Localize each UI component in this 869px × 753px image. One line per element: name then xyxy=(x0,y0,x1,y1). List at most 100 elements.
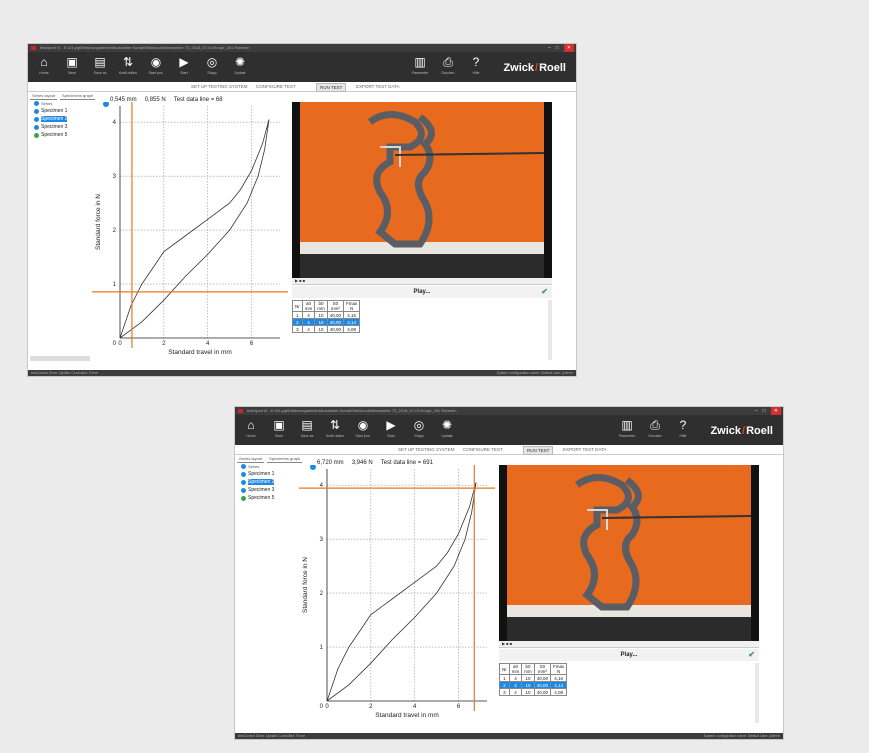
tab-set-up-testing-system[interactable]: SET UP TESTING SYSTEM xyxy=(188,83,251,90)
table-header-cell[interactable]: Nr xyxy=(499,663,510,675)
parameter-icon: ▥ xyxy=(414,55,426,69)
maximize-button[interactable]: □ xyxy=(556,44,559,52)
table-row[interactable]: 3 4 10 40,00 4,08 xyxy=(292,325,361,333)
tab-configure-test[interactable]: CONFIGURE TEST xyxy=(460,446,506,453)
tree-item-label: Specimen 1 xyxy=(41,108,68,114)
toolbar-button-label: Parameter xyxy=(411,71,429,75)
y-tick-label: 1 xyxy=(320,645,324,651)
toolbar-button-home[interactable]: ⌂ Home xyxy=(32,55,56,81)
video-controls[interactable]: ▶ ■ ■ xyxy=(292,278,552,285)
table-row[interactable]: 2 4 10 40,00 4,14 xyxy=(292,318,361,326)
check-icon[interactable]: ✔ xyxy=(541,286,548,298)
toolbar-button-parameter[interactable]: ▥ Parameter xyxy=(408,55,432,81)
play-bar[interactable]: Play... ✔ xyxy=(499,649,759,661)
maximize-button[interactable]: □ xyxy=(763,407,766,415)
parameter-icon: ▥ xyxy=(621,418,633,432)
table-header-cell[interactable]: S0 mm² xyxy=(533,663,552,675)
x-axis-label: Standard travel in mm xyxy=(168,349,232,356)
table-row[interactable]: 3 4 10 40,00 4,08 xyxy=(499,688,568,696)
tree-item-specimen[interactable]: Specimen 5 xyxy=(31,131,91,139)
tab-export-test-data[interactable]: EXPORT TEST DATA xyxy=(353,83,403,90)
tree-root-label: Series xyxy=(41,101,53,106)
toolbar-button-stop[interactable]: ◎ Stopp xyxy=(407,418,431,444)
toolbar-button-label: Hilfe xyxy=(679,434,687,438)
tree-item-specimen[interactable]: Specimen 1 xyxy=(31,107,91,115)
tree-item-specimen[interactable]: Specimen 3 xyxy=(31,123,91,131)
table-row[interactable]: 2 4 10 40,00 4,14 xyxy=(499,681,568,689)
toolbar-button-start-position[interactable]: ◉ Start pos. xyxy=(351,418,375,444)
tab-set-up-testing-system[interactable]: SET UP TESTING SYSTEM xyxy=(395,446,458,453)
table-cell: 3 xyxy=(292,325,303,333)
minimize-button[interactable]: – xyxy=(755,407,758,415)
table-row[interactable]: 1 4 10 40,00 4,16 xyxy=(292,311,361,319)
close-button[interactable]: ✕ xyxy=(563,44,574,52)
tree-item-specimen[interactable]: Specimen 2 xyxy=(31,115,91,123)
help-icon: ? xyxy=(679,418,687,432)
minimize-button[interactable]: – xyxy=(548,44,551,52)
table-header-cell[interactable]: Fmax N xyxy=(343,300,361,312)
toolbar-button-parameter[interactable]: ▥ Parameter xyxy=(615,418,639,444)
toolbar-button-update[interactable]: ✺ Update xyxy=(228,55,252,81)
toolbar-button-start[interactable]: ▶ Start xyxy=(379,418,403,444)
y-axis-label: Standard force in N xyxy=(302,557,309,613)
tree-root-label: Series xyxy=(248,464,260,469)
table-header-cell[interactable]: b0 mm xyxy=(521,663,535,675)
window-title: testXpert III - E:\Z4.yqt\Erfahrungsberi… xyxy=(247,408,457,413)
play-bar[interactable]: Play... ✔ xyxy=(292,286,552,298)
tree-item-specimen[interactable]: Specimen 5 xyxy=(238,494,298,502)
toolbar-button-start-position[interactable]: ◉ Start pos. xyxy=(144,55,168,81)
toolbar-button-stop[interactable]: ◎ Stopp xyxy=(200,55,224,81)
tab-configure-test[interactable]: CONFIGURE TEST xyxy=(253,83,299,90)
table-row[interactable]: 1 4 10 40,00 4,16 xyxy=(499,674,568,682)
subtab-series-layout[interactable]: Series layout xyxy=(30,93,58,100)
toolbar-button-print[interactable]: ⎙ Drucken xyxy=(436,55,460,81)
check-icon[interactable]: ✔ xyxy=(748,649,755,661)
table-cell: 4,14 xyxy=(343,318,361,326)
series-icon xyxy=(241,464,246,469)
toolbar-button-force-zero[interactable]: ⇅ Kraft-nullen xyxy=(116,55,140,81)
tree-scrollbar[interactable] xyxy=(30,356,90,361)
toolbar-button-start[interactable]: ▶ Start xyxy=(172,55,196,81)
subtab-specimens-graph[interactable]: Specimens graph xyxy=(267,456,303,463)
subtab-series-layout[interactable]: Series layout xyxy=(237,456,265,463)
window-controls: – □ ✕ xyxy=(548,44,574,52)
header-unit: mm² xyxy=(330,306,340,311)
toolbar-button-update[interactable]: ✺ Update xyxy=(435,418,459,444)
print-icon: ⎙ xyxy=(650,418,660,432)
tree-item-specimen[interactable]: Specimen 3 xyxy=(238,486,298,494)
subtab-specimens-graph[interactable]: Specimens graph xyxy=(60,93,96,100)
toolbar-button-save[interactable]: ▣ Save xyxy=(60,55,84,81)
tree-item-specimen[interactable]: Specimen 2 xyxy=(238,478,298,486)
table-header-cell[interactable]: a0 mm xyxy=(301,300,316,312)
toolbar-button-save[interactable]: ▣ Save xyxy=(267,418,291,444)
table-header-cell[interactable]: Nr xyxy=(292,300,303,312)
tree-item-specimen[interactable]: Specimen 1 xyxy=(238,470,298,478)
toolbar-button-help[interactable]: ? Hilfe xyxy=(464,55,488,81)
table-header-cell[interactable]: b0 mm xyxy=(314,300,328,312)
tab-run-test[interactable]: RUN TEST xyxy=(316,83,347,92)
specimen-status-icon xyxy=(34,109,39,114)
chart-settings-icon xyxy=(103,102,109,107)
toolbar-button-save-as[interactable]: ▤ Save as xyxy=(295,418,319,444)
tree-item-label: Specimen 3 xyxy=(248,487,275,493)
force-travel-chart[interactable]: 0 2 4 612340Standard travel in mmStandard f… xyxy=(92,102,288,358)
toolbar-button-home[interactable]: ⌂ Home xyxy=(239,418,263,444)
toolbar-button-save-as[interactable]: ▤ Save as xyxy=(88,55,112,81)
close-button[interactable]: ✕ xyxy=(770,407,781,415)
video-controls[interactable]: ▶ ■ ■ xyxy=(499,641,759,648)
toolbar-button-label: Start pos. xyxy=(355,434,371,438)
table-header-cell[interactable]: a0 mm xyxy=(508,663,523,675)
tab-export-test-data[interactable]: EXPORT TEST DATA xyxy=(560,446,610,453)
video-player xyxy=(499,465,759,641)
toolbar-button-force-zero[interactable]: ⇅ Kraft-nullen xyxy=(323,418,347,444)
table-header-cell[interactable]: S0 mm² xyxy=(326,300,345,312)
table-scrollbar[interactable] xyxy=(548,300,552,360)
table-scrollbar[interactable] xyxy=(755,663,759,723)
toolbar-button-help[interactable]: ? Hilfe xyxy=(671,418,695,444)
status-bar: testControl Drive: Update Controlled: Fo… xyxy=(235,733,783,739)
tab-run-test[interactable]: RUN TEST xyxy=(523,446,554,455)
table-header-cell[interactable]: Fmax N xyxy=(550,663,568,675)
toolbar-button-print[interactable]: ⎙ Drucken xyxy=(643,418,667,444)
main-toolbar: ⌂ Home ▣ Save ▤ Save as ⇅ Kraft-nullen ◉ Start po… xyxy=(28,52,576,82)
force-travel-chart[interactable]: 0 2 4 612340Standard travel in mmStandard f… xyxy=(299,465,495,721)
